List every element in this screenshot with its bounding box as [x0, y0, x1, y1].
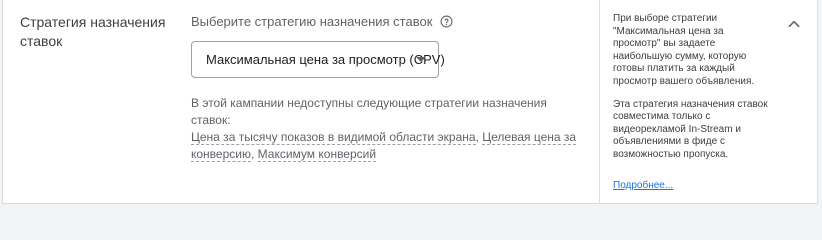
section-title: Стратегия назначения ставок: [20, 14, 166, 49]
chevron-up-icon: [788, 20, 800, 28]
help-text: При выборе стратегии "Максимальная цена …: [613, 13, 773, 162]
learn-more-link[interactable]: Подробнее...: [613, 180, 673, 191]
bidding-strategy-panel: Стратегия назначения ставок Выберите стр…: [2, 0, 818, 204]
strategy-selector-area: Выберите стратегию назначения ставок Мак…: [191, 12, 586, 162]
bidding-strategy-dropdown[interactable]: Максимальная цена за просмотр (CPV): [191, 41, 445, 78]
unavailable-strategies-text: В этой кампании недоступны следующие стр…: [191, 95, 586, 163]
strategy-prompt-row: Выберите стратегию назначения ставок: [191, 12, 586, 30]
list-separator: ,: [250, 147, 258, 161]
unavailable-strategy-item[interactable]: Максимум конверсий: [257, 147, 377, 162]
help-circle-icon[interactable]: [440, 15, 453, 28]
strategy-prompt-label: Выберите стратегию назначения ставок: [191, 13, 433, 29]
dropdown-selected-value: Максимальная цена за просмотр (CPV): [206, 52, 445, 67]
collapse-button[interactable]: [782, 12, 806, 36]
unavailable-intro: В этой кампании недоступны следующие стр…: [191, 96, 547, 127]
caret-down-icon: [416, 57, 426, 62]
help-paragraph: При выборе стратегии "Максимальная цена …: [613, 13, 755, 87]
unavailable-strategy-item[interactable]: Цена за тысячу показов в видимой области…: [191, 130, 476, 145]
help-sidebar: При выборе стратегии "Максимальная цена …: [599, 0, 819, 204]
help-paragraph: Эта стратегия назначения ставок совмести…: [613, 98, 768, 160]
